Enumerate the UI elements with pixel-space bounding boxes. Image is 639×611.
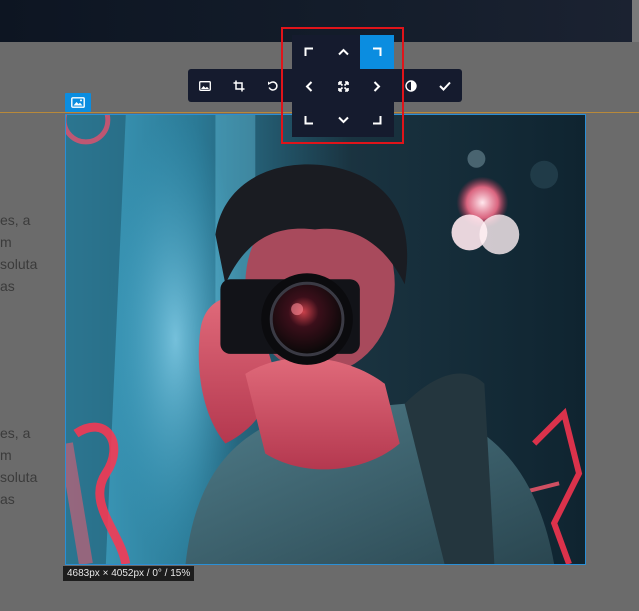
position-center[interactable] xyxy=(326,69,360,103)
crop-icon xyxy=(233,80,245,91)
paragraph-2: es, a m soluta as xyxy=(0,422,50,510)
selected-image[interactable] xyxy=(65,114,586,565)
contrast-icon xyxy=(405,79,417,92)
position-left[interactable] xyxy=(292,69,326,103)
image-icon xyxy=(71,97,85,108)
paragraph-line: m xyxy=(0,447,12,463)
filter-button[interactable] xyxy=(394,69,428,102)
paragraph-line: as xyxy=(0,278,15,294)
chevron-right-icon xyxy=(373,80,381,92)
fit-center-icon xyxy=(337,80,349,92)
paragraph-line: m xyxy=(0,234,12,250)
chevron-down-icon xyxy=(337,116,349,124)
apply-button[interactable] xyxy=(428,69,462,102)
paragraph-line: soluta xyxy=(0,256,38,272)
rotate-button[interactable] xyxy=(256,69,290,102)
image-icon xyxy=(199,80,211,91)
image-block-badge[interactable] xyxy=(65,93,91,112)
chevron-left-icon xyxy=(305,80,313,92)
corner-bottom-left-icon xyxy=(304,116,313,125)
corner-bottom-right-icon xyxy=(373,116,382,125)
top-banner-edge xyxy=(632,0,639,42)
position-bottom[interactable] xyxy=(326,103,360,137)
corner-top-right-icon xyxy=(373,47,382,56)
paragraph-line: as xyxy=(0,491,15,507)
image-position-grid xyxy=(292,35,394,137)
check-icon xyxy=(439,81,451,91)
photo-photographer-neon xyxy=(66,115,585,564)
chevron-up-icon xyxy=(337,48,349,56)
position-right[interactable] xyxy=(360,69,394,103)
corner-top-left-icon xyxy=(304,47,313,56)
position-bottom-right[interactable] xyxy=(360,103,394,137)
position-bottom-left[interactable] xyxy=(292,103,326,137)
crop-button[interactable] xyxy=(222,69,256,102)
replace-image-button[interactable] xyxy=(188,69,222,102)
paragraph-line: es, a xyxy=(0,425,31,441)
paragraph-1: es, a m soluta as xyxy=(0,209,50,297)
paragraph-line: soluta xyxy=(0,469,38,485)
position-top[interactable] xyxy=(326,35,360,69)
rotate-icon xyxy=(268,80,278,91)
position-top-left[interactable] xyxy=(292,35,326,69)
paragraph-line: es, a xyxy=(0,212,31,228)
position-top-right[interactable] xyxy=(360,35,394,69)
image-dimensions-label: 4683px × 4052px / 0° / 15% xyxy=(63,566,195,581)
